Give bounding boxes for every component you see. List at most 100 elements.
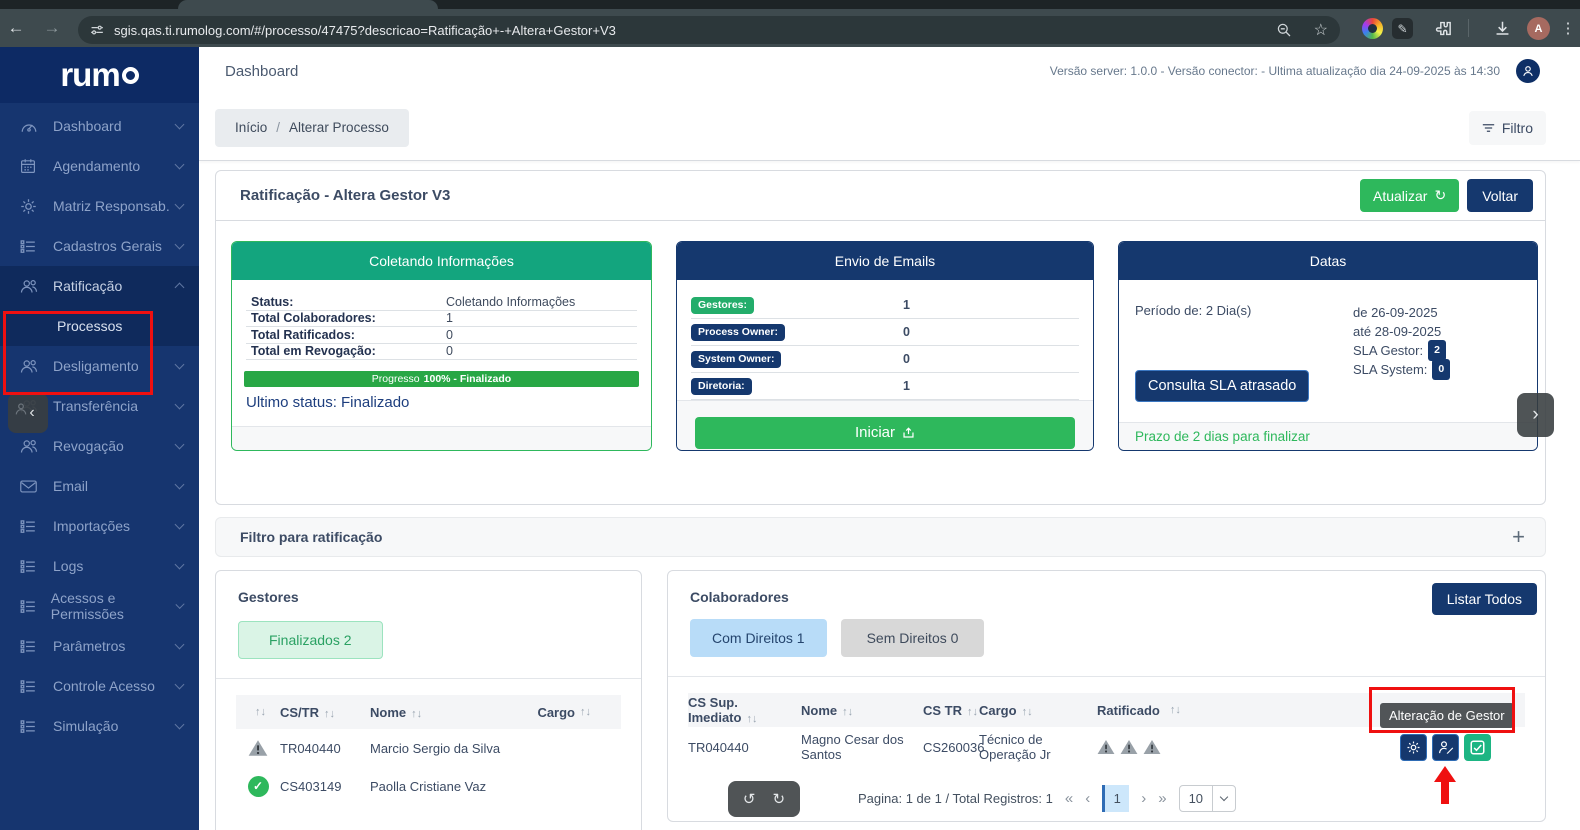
sort-icon: ↑↓ [411, 708, 422, 720]
filter-section-bar[interactable]: Filtro para ratificação + [215, 517, 1546, 557]
email-row: Gestores: 1 [691, 292, 1079, 319]
column-header-cargo[interactable]: Cargo↑↓ [979, 703, 1097, 718]
listar-todos-button[interactable]: Listar Todos [1432, 583, 1537, 615]
filter-button[interactable]: Filtro [1469, 111, 1546, 145]
current-page[interactable]: 1 [1102, 785, 1129, 812]
back-icon[interactable]: ← [2, 9, 30, 47]
column-header-cs-sup[interactable]: CS Sup. Imediato↑↓ [688, 695, 801, 725]
chevron-down-icon [1213, 797, 1235, 800]
bookmark-star-icon[interactable]: ☆ [1314, 20, 1328, 40]
change-manager-action-button[interactable] [1432, 734, 1459, 761]
column-header-nome[interactable]: Nome↑↓ [801, 703, 923, 718]
sidebar-item-matriz-responsab[interactable]: Matriz Responsab. [0, 186, 199, 226]
table-row[interactable]: ✓ CS403149 Paolla Cristiane Vaz [236, 767, 621, 805]
info-value: 0 [446, 328, 453, 342]
column-header-cargo[interactable]: Cargo↑↓ [537, 705, 621, 720]
expand-plus-icon[interactable]: + [1512, 524, 1525, 550]
chevron-down-icon [175, 680, 185, 690]
extension-color-icon[interactable] [1362, 18, 1383, 39]
sidebar-item-email[interactable]: Email [0, 466, 199, 506]
iniciar-button[interactable]: Iniciar [695, 417, 1075, 449]
sort-icon: ↑↓ [1022, 706, 1033, 718]
pagination-summary: Pagina: 1 de 1 / Total Registros: 1 [858, 791, 1053, 806]
sidebar-item-importacoes[interactable]: Importações [0, 506, 199, 546]
email-row: Diretoria: 1 [691, 373, 1079, 400]
list-icon [20, 559, 40, 574]
sidebar-item-label: Controle Acesso [53, 678, 155, 694]
breadcrumb-divider: / [276, 120, 280, 135]
page-size-select[interactable]: 10 [1179, 785, 1236, 812]
last-status-text: Ultimo status: Finalizado [246, 394, 651, 411]
user-avatar[interactable] [1516, 59, 1540, 83]
extensions-puzzle-icon[interactable] [1428, 9, 1456, 47]
email-value: 0 [903, 352, 910, 366]
version-info: Versão server: 1.0.0 - Versão conector: … [1050, 64, 1500, 78]
next-page-button[interactable]: › [1141, 790, 1146, 807]
sidebar-item-controle-acesso[interactable]: Controle Acesso [0, 666, 199, 706]
sidebar-item-dashboard[interactable]: Dashboard [0, 106, 199, 146]
sidebar-item-parametros[interactable]: Parâmetros [0, 626, 199, 666]
sidebar-item-acessos-permissoes[interactable]: Acessos e Permissões [0, 586, 199, 626]
sidebar-item-cadastros-gerais[interactable]: Cadastros Gerais [0, 226, 199, 266]
ratify-action-button[interactable] [1464, 734, 1491, 761]
tooltip-alteracao-gestor: Alteração de Gestor [1380, 703, 1514, 728]
sort-icon[interactable]: ↑↓ [255, 706, 266, 718]
list-icon [20, 239, 40, 254]
last-page-button[interactable]: » [1158, 790, 1166, 807]
sidebar-item-label: Simulação [53, 718, 118, 734]
column-header-nome[interactable]: Nome↑↓ [370, 705, 537, 720]
sidebar-collapse-button[interactable]: ‹ [8, 393, 48, 433]
gestores-panel: Gestores Finalizados 2 ↑↓ CS/TR↑↓ Nome↑↓… [215, 570, 642, 830]
carousel-next-button[interactable]: › [1517, 393, 1554, 437]
rumo-logo-o-icon: o [122, 67, 139, 84]
zoom-out-icon[interactable] [1276, 22, 1292, 38]
sidebar-item-processos[interactable]: Processos [0, 306, 199, 346]
settings-action-button[interactable] [1400, 734, 1427, 761]
info-label: Total em Revogação: [246, 344, 376, 358]
sem-direitos-button[interactable]: Sem Direitos 0 [841, 619, 985, 657]
filter-lines-icon [1482, 122, 1495, 134]
table-row[interactable]: TR040440 Marcio Sergio da Silva [236, 729, 621, 767]
prev-page-button[interactable]: ‹ [1085, 790, 1090, 807]
browser-profile-avatar[interactable]: A [1527, 17, 1550, 40]
info-value: Coletando Informações [446, 295, 575, 309]
finalizados-button[interactable]: Finalizados 2 [238, 621, 383, 659]
browser-tab[interactable] [178, 0, 438, 9]
download-icon[interactable] [1488, 9, 1516, 47]
redo-icon[interactable]: ↻ [773, 790, 786, 808]
cell-cstr: CS403149 [280, 779, 370, 794]
browser-menu-icon[interactable]: ⋮ [1554, 9, 1580, 47]
atualizar-button[interactable]: Atualizar ↻ [1360, 179, 1459, 212]
iniciar-label: Iniciar [855, 424, 895, 441]
chevron-down-icon [175, 240, 185, 250]
email-row: Process Owner: 0 [691, 319, 1079, 346]
rumo-logo[interactable]: rumo [0, 47, 199, 103]
sidebar-item-logs[interactable]: Logs [0, 546, 199, 586]
url-bar[interactable]: sgis.qas.ti.rumolog.com/#/processo/47475… [78, 16, 1340, 44]
page-title: Dashboard [225, 63, 298, 80]
voltar-button[interactable]: Voltar [1467, 179, 1533, 212]
extension-pen-icon[interactable]: ✎ [1392, 18, 1413, 39]
column-header-cstr[interactable]: CS/TR↑↓ [280, 705, 370, 720]
page-size-value: 10 [1180, 791, 1212, 806]
sidebar-item-desligamento[interactable]: Desligamento [0, 346, 199, 386]
column-header-cs-tr[interactable]: CS TR↑↓ [923, 703, 979, 718]
column-header-ratificado[interactable]: Ratificado↑↓ [1097, 703, 1217, 718]
com-direitos-button[interactable]: Com Direitos 1 [690, 619, 827, 657]
sidebar-item-simulacao[interactable]: Simulação [0, 706, 199, 746]
process-title: Ratificação - Altera Gestor V3 [240, 187, 450, 204]
table-row[interactable]: TR040440 Magno Cesar dos Santos CS260036… [688, 727, 1525, 767]
url-text[interactable]: sgis.qas.ti.rumolog.com/#/processo/47475… [114, 23, 616, 38]
sidebar-item-label: Acessos e Permissões [51, 590, 177, 622]
forward-icon[interactable]: → [38, 9, 66, 47]
breadcrumb-home[interactable]: Início [235, 120, 267, 135]
first-page-button[interactable]: « [1065, 790, 1073, 807]
site-settings-icon[interactable] [90, 23, 104, 37]
warning-icon [1120, 739, 1138, 755]
consulta-sla-button[interactable]: Consulta SLA atrasado [1135, 370, 1309, 402]
sidebar-item-agendamento[interactable]: Agendamento [0, 146, 199, 186]
card-datas: Datas Período de: 2 Dia(s) de 26-09-2025… [1118, 241, 1538, 451]
sidebar-item-ratificacao[interactable]: Ratificação [0, 266, 199, 306]
progress-label: Progresso [372, 373, 420, 385]
undo-icon[interactable]: ↺ [743, 790, 756, 808]
